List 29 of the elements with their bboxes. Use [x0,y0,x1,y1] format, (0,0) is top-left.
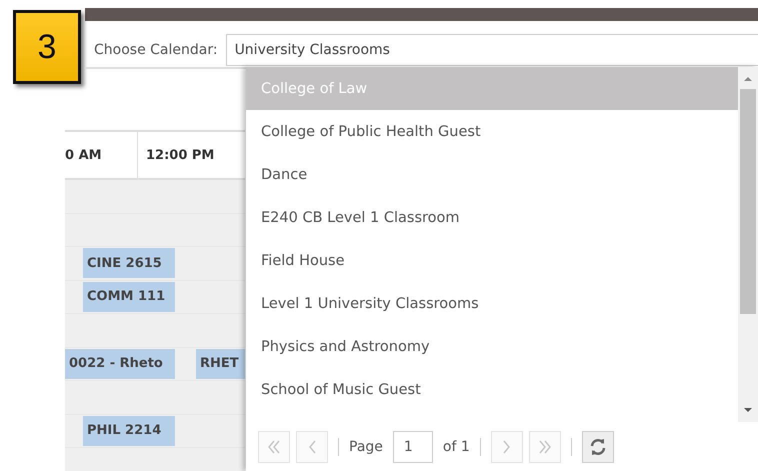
time-header: 0 AM [65,132,138,178]
scroll-down-icon[interactable] [743,406,753,414]
dropdown-item[interactable]: Level 1 University Classrooms [246,282,738,325]
calendar-event[interactable]: RHET [196,348,245,378]
double-left-icon [268,440,280,454]
calendar-event[interactable]: CINE 2615 [83,248,175,278]
page-label: Page [349,438,383,454]
dropdown-item[interactable]: School of Music Guest [246,368,738,411]
calendar-label: Choose Calendar: [94,42,218,58]
double-right-icon [538,440,551,454]
dropdown-item[interactable]: E240 CB Level 1 Classroom [246,196,738,239]
time-header: 12:00 PM [145,146,216,164]
calendar-event[interactable]: COMM 111 [83,282,175,312]
dropdown-item[interactable]: Field House [246,239,738,282]
chevron-left-icon [308,440,316,454]
refresh-icon [588,438,607,456]
refresh-page-button[interactable] [582,430,614,462]
dropdown-item[interactable]: Physics and Astronomy [246,325,738,368]
dropdown-item[interactable]: College of Public Health Guest [246,110,738,153]
calendar-select[interactable]: University Classrooms [226,34,758,66]
calendar-event[interactable]: PHIL 2214 [83,416,175,446]
page-input[interactable]: 1 [392,430,433,462]
dropdown-item[interactable]: Dance [246,153,738,196]
scrollbar[interactable] [738,67,758,422]
calendar-event[interactable]: 0022 - Rheto [65,348,175,378]
scroll-up-icon[interactable] [743,75,753,83]
step-badge: 3 [13,10,81,84]
page-total: of 1 [442,438,470,454]
chevron-right-icon [503,440,510,454]
